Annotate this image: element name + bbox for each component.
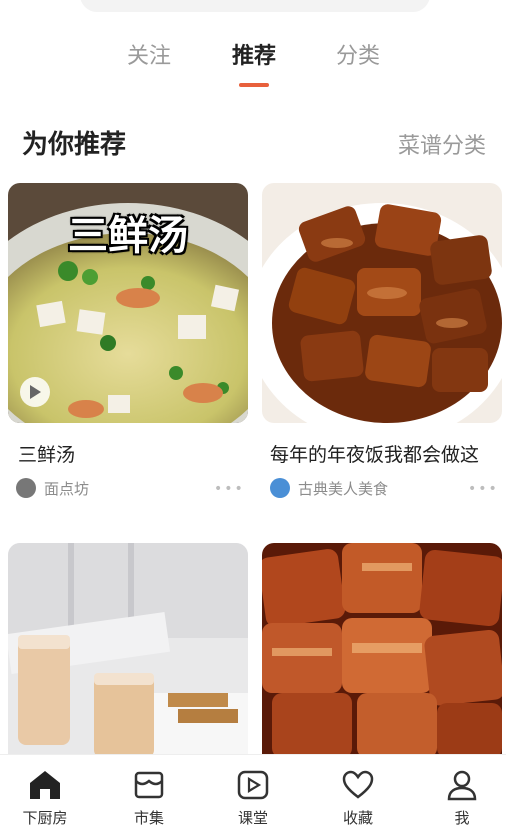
section-title: 为你推荐 bbox=[22, 130, 127, 160]
video-badge bbox=[20, 377, 50, 407]
person-icon bbox=[447, 770, 477, 801]
nav-label: 收藏 bbox=[342, 809, 373, 827]
nav-label: 市集 bbox=[133, 809, 164, 827]
home-icon bbox=[30, 771, 60, 799]
nav-label: 我 bbox=[454, 809, 470, 827]
play-icon bbox=[237, 770, 269, 800]
ribs-photo bbox=[262, 183, 502, 423]
avatar bbox=[270, 478, 290, 498]
nav-home[interactable]: 下厨房 bbox=[5, 769, 85, 828]
nav-me[interactable]: 我 bbox=[422, 769, 502, 828]
milk-tea-photo bbox=[8, 543, 248, 758]
recipe-image[interactable] bbox=[262, 183, 502, 423]
recipe-title[interactable]: 每年的年夜饭我都会做这 bbox=[270, 440, 479, 467]
search-bar[interactable] bbox=[80, 0, 430, 12]
recipe-image[interactable] bbox=[262, 543, 502, 758]
top-tabs: 关注 推荐 分类 bbox=[0, 38, 506, 92]
tab-follow[interactable]: 关注 bbox=[127, 38, 171, 70]
play-icon bbox=[30, 385, 41, 399]
author-row[interactable]: 古典美人美食 bbox=[270, 477, 388, 499]
author-name: 面点坊 bbox=[44, 479, 90, 498]
nav-label: 课堂 bbox=[237, 809, 268, 827]
recipe-category-link[interactable]: 菜谱分类 bbox=[398, 128, 486, 160]
author-name: 古典美人美食 bbox=[298, 479, 389, 498]
more-icon[interactable]: ••• bbox=[468, 481, 499, 497]
heart-icon bbox=[342, 770, 374, 799]
recipe-title[interactable]: 三鲜汤 bbox=[18, 440, 75, 467]
tab-category[interactable]: 分类 bbox=[336, 38, 380, 70]
author-row[interactable]: 面点坊 bbox=[16, 477, 89, 499]
active-tab-indicator bbox=[239, 83, 269, 87]
bottom-nav: 下厨房 市集 课堂 收藏 我 bbox=[0, 754, 506, 828]
image-overlay-title: 三鲜汤 bbox=[68, 213, 188, 259]
recipe-image[interactable]: 三鲜汤 bbox=[8, 183, 248, 423]
nav-favorites[interactable]: 收藏 bbox=[318, 769, 398, 828]
nav-class[interactable]: 课堂 bbox=[213, 769, 293, 828]
more-icon[interactable]: ••• bbox=[214, 481, 245, 497]
braised-pork-photo bbox=[262, 543, 502, 758]
recipe-image[interactable] bbox=[8, 543, 248, 758]
market-icon bbox=[134, 771, 164, 799]
nav-label: 下厨房 bbox=[22, 809, 68, 827]
nav-market[interactable]: 市集 bbox=[109, 769, 189, 828]
tab-recommend[interactable]: 推荐 bbox=[232, 38, 276, 70]
avatar bbox=[16, 478, 36, 498]
